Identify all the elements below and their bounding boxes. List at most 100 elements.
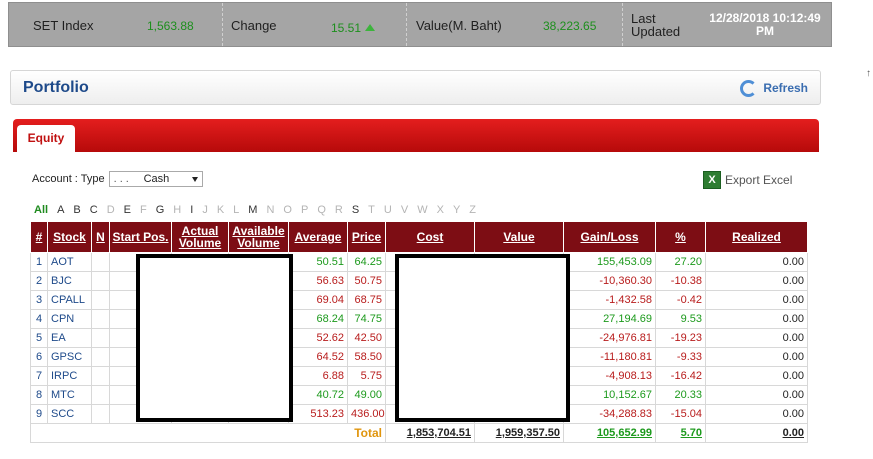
- percent-cell: -19.23: [655, 328, 706, 348]
- value-label: Value(M. Baht): [416, 18, 502, 33]
- value-amount: 38,223.65: [543, 19, 597, 33]
- percent-cell: 20.33: [655, 385, 706, 405]
- gain-loss-cell: -24,976.81: [563, 328, 656, 348]
- letter-filter-l[interactable]: L: [233, 204, 239, 216]
- n-cell: [91, 347, 110, 367]
- letter-filter-a[interactable]: A: [57, 204, 64, 216]
- price-cell: 68.75: [347, 290, 386, 310]
- percent-cell: -9.33: [655, 347, 706, 367]
- set-index-cell: SET Index 1,563.88: [9, 3, 223, 46]
- column-header-available-volume[interactable]: Available Volume: [228, 221, 289, 253]
- letter-filter-r[interactable]: R: [335, 204, 343, 216]
- letter-filter-k[interactable]: K: [217, 204, 224, 216]
- letter-filter-p[interactable]: P: [301, 204, 308, 216]
- realized-cell: 0.00: [705, 347, 808, 367]
- table-header-row: # Stock N Start Pos. Actual Volume Available …: [30, 221, 808, 253]
- column-header-start-pos[interactable]: Start Pos.: [109, 221, 172, 253]
- column-header-cost[interactable]: Cost: [385, 221, 475, 253]
- average-cell: 6.88: [288, 366, 348, 386]
- account-type-label: Account : Type: [32, 173, 105, 185]
- letter-filter-all[interactable]: All: [34, 204, 48, 216]
- change-cell: Change 15.51: [223, 3, 407, 46]
- refresh-button[interactable]: Refresh: [740, 78, 808, 98]
- set-index-value: 1,563.88: [147, 19, 194, 33]
- export-excel-button[interactable]: X Export Excel: [703, 170, 792, 190]
- row-index: 9: [30, 404, 48, 424]
- value-cell: Value(M. Baht) 38,223.65: [407, 3, 623, 46]
- letter-filter-i[interactable]: I: [190, 204, 193, 216]
- average-cell: 56.63: [288, 271, 348, 291]
- row-index: 6: [30, 347, 48, 367]
- change-value: 15.51: [331, 21, 362, 35]
- account-masked: . . .: [113, 173, 129, 185]
- letter-filter-n[interactable]: N: [266, 204, 274, 216]
- column-header-index[interactable]: #: [30, 221, 48, 253]
- price-cell: 5.75: [347, 366, 386, 386]
- letter-filter-s[interactable]: S: [352, 204, 359, 216]
- n-cell: [91, 309, 110, 329]
- total-row: Total 1,853,704.51 1,959,357.50 105,652.99 5…: [30, 423, 808, 443]
- column-header-value[interactable]: Value: [474, 221, 564, 253]
- price-cell: 50.75: [347, 271, 386, 291]
- letter-filter-j[interactable]: J: [202, 204, 208, 216]
- letter-filter-c[interactable]: C: [90, 204, 98, 216]
- gain-loss-cell: 155,453.09: [563, 252, 656, 272]
- page-title: Portfolio: [23, 79, 89, 96]
- letter-filter-w[interactable]: W: [417, 204, 427, 216]
- tab-equity[interactable]: Equity: [17, 125, 75, 152]
- letter-filter: All A B C D E F G H I J K L M N O P Q R S T U V W X Y Z: [34, 204, 485, 216]
- realized-cell: 0.00: [705, 271, 808, 291]
- letter-filter-v[interactable]: V: [401, 204, 408, 216]
- price-cell: 64.25: [347, 252, 386, 272]
- excel-icon: X: [703, 171, 721, 189]
- letter-filter-b[interactable]: B: [73, 204, 80, 216]
- column-header-price[interactable]: Price: [347, 221, 386, 253]
- redacted-cost-value-block: [395, 254, 570, 422]
- percent-cell: -15.04: [655, 404, 706, 424]
- stock-symbol: GPSC: [47, 347, 92, 367]
- account-type-value: Cash: [143, 173, 170, 185]
- n-cell: [91, 252, 110, 272]
- letter-filter-h[interactable]: H: [173, 204, 181, 216]
- gain-loss-cell: -10,360.30: [563, 271, 656, 291]
- gain-loss-cell: -11,180.81: [563, 347, 656, 367]
- letter-filter-d[interactable]: D: [107, 204, 115, 216]
- percent-cell: -0.42: [655, 290, 706, 310]
- letter-filter-x[interactable]: X: [437, 204, 444, 216]
- row-index: 2: [30, 271, 48, 291]
- row-index: 4: [30, 309, 48, 329]
- export-excel-label: Export Excel: [725, 173, 793, 187]
- column-header-gain-loss[interactable]: Gain/Loss: [563, 221, 656, 253]
- row-index: 3: [30, 290, 48, 310]
- chevron-down-icon: [191, 176, 198, 182]
- column-header-realized[interactable]: Realized: [705, 221, 808, 253]
- total-realized: 0.00: [705, 423, 808, 443]
- n-cell: [91, 385, 110, 405]
- letter-filter-y[interactable]: Y: [453, 204, 460, 216]
- stock-symbol: IRPC: [47, 366, 92, 386]
- total-cost: 1,853,704.51: [385, 423, 475, 443]
- stock-symbol: EA: [47, 328, 92, 348]
- letter-filter-z[interactable]: Z: [469, 204, 476, 216]
- letter-filter-f[interactable]: F: [140, 204, 147, 216]
- letter-filter-g[interactable]: G: [156, 204, 165, 216]
- letter-filter-u[interactable]: U: [384, 204, 392, 216]
- gain-loss-cell: 27,194.69: [563, 309, 656, 329]
- letter-filter-e[interactable]: E: [124, 204, 131, 216]
- letter-filter-o[interactable]: O: [283, 204, 292, 216]
- column-header-percent[interactable]: %: [655, 221, 706, 253]
- percent-cell: -10.38: [655, 271, 706, 291]
- gain-loss-cell: -34,288.83: [563, 404, 656, 424]
- realized-cell: 0.00: [705, 290, 808, 310]
- column-header-n[interactable]: N: [91, 221, 110, 253]
- letter-filter-t[interactable]: T: [368, 204, 375, 216]
- account-type-select[interactable]: . . . Cash: [108, 171, 203, 187]
- column-header-average[interactable]: Average: [288, 221, 348, 253]
- stock-symbol: MTC: [47, 385, 92, 405]
- column-header-stock[interactable]: Stock: [47, 221, 92, 253]
- n-cell: [91, 271, 110, 291]
- letter-filter-q[interactable]: Q: [317, 204, 326, 216]
- realized-cell: 0.00: [705, 385, 808, 405]
- column-header-actual-volume[interactable]: Actual Volume: [171, 221, 229, 253]
- letter-filter-m[interactable]: M: [248, 204, 257, 216]
